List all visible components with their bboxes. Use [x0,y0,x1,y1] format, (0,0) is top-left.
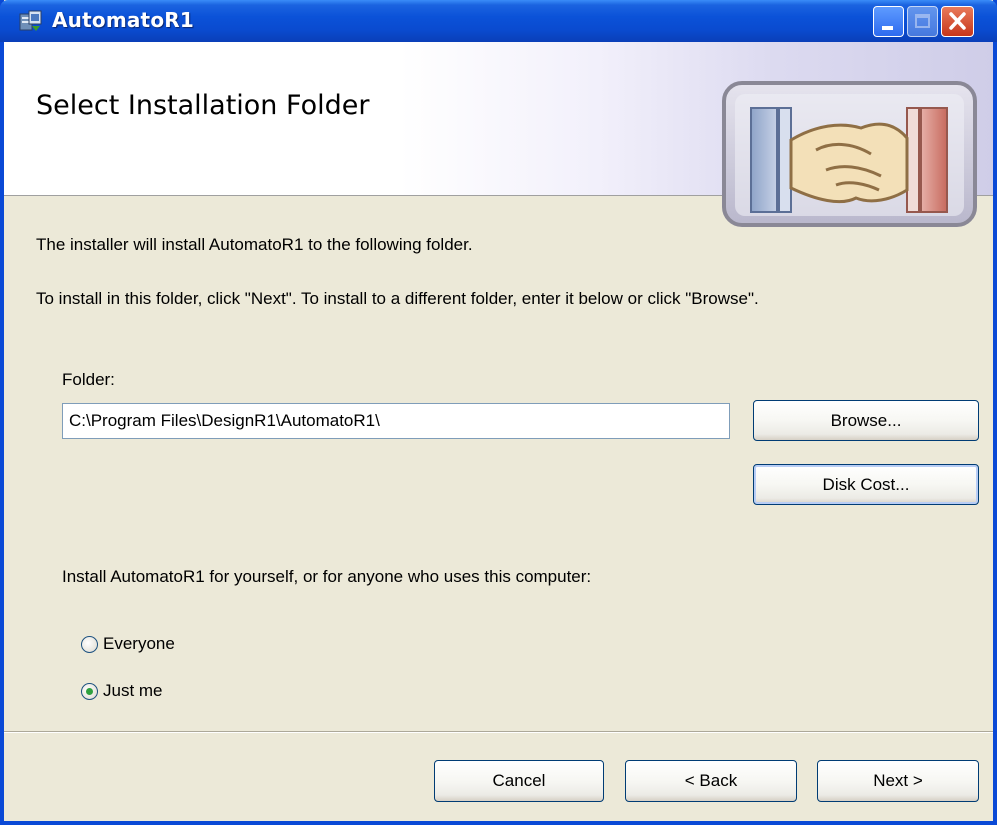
radio-everyone-label[interactable]: Everyone [103,634,175,654]
radio-everyone-indicator[interactable] [81,635,98,653]
radio-just-me-indicator[interactable] [81,682,98,700]
folder-label: Folder: [62,370,115,390]
page-title: Select Installation Folder [36,90,370,121]
disk-cost-button[interactable]: Disk Cost... [753,464,979,505]
title-bar[interactable]: AutomatoR1 [0,0,997,42]
maximize-icon [915,14,930,28]
window-title: AutomatoR1 [52,8,194,32]
intro-text: The installer will install AutomatoR1 to… [36,235,473,254]
next-button[interactable]: Next > [817,760,979,802]
installer-window: AutomatoR1 Select Installation Folder Th… [0,0,997,825]
cancel-button[interactable]: Cancel [434,760,604,802]
handshake-icon [722,81,977,227]
minimize-icon [882,26,893,30]
folder-label-text: Folder: [62,370,115,389]
back-button[interactable]: < Back [625,760,797,802]
instructions-text: To install in this folder, click "Next".… [36,289,759,308]
radio-just-me-label[interactable]: Just me [103,681,163,701]
minimize-button[interactable] [873,6,904,37]
installer-app-icon [19,10,42,31]
footer-separator [4,731,993,733]
maximize-button[interactable] [907,6,938,37]
install-for-prompt: Install AutomatoR1 for yourself, or for … [62,567,592,586]
close-button[interactable] [941,6,974,37]
header-banner: Select Installation Folder [4,42,993,227]
radio-everyone[interactable]: Everyone [81,634,175,654]
close-icon [949,12,966,30]
browse-button[interactable]: Browse... [753,400,979,441]
folder-path-input[interactable] [62,403,730,439]
radio-just-me[interactable]: Just me [81,681,163,701]
